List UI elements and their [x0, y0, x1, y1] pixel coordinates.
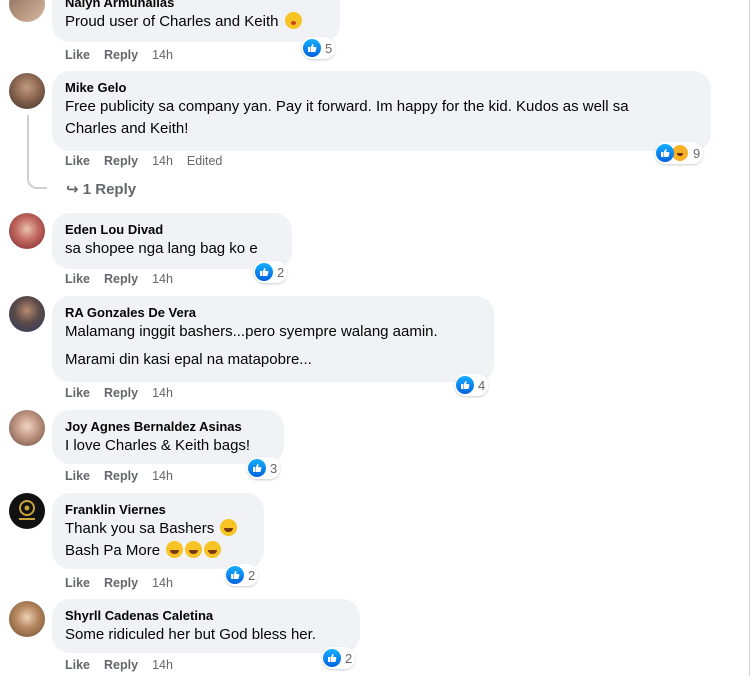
- comment-text: Thank you sa Bashers: [65, 520, 215, 537]
- avatar[interactable]: [9, 0, 45, 22]
- comment-author[interactable]: Franklin Viernes: [65, 501, 252, 518]
- reaction-count[interactable]: 2: [225, 564, 259, 586]
- like-button[interactable]: Like: [65, 469, 90, 483]
- reply-thread-line: [27, 115, 47, 189]
- comment-actions: Like Reply 14h: [65, 658, 187, 672]
- like-button[interactable]: Like: [65, 154, 90, 168]
- comment-bubble: Mike Gelo Free publicity sa company yan.…: [52, 71, 711, 151]
- thumbs-up-icon: [456, 376, 474, 394]
- comment-actions: Like Reply 14h Edited: [65, 154, 236, 168]
- timestamp[interactable]: 14h: [152, 576, 173, 590]
- like-button[interactable]: Like: [65, 272, 90, 286]
- reaction-count[interactable]: 4: [455, 374, 489, 396]
- comment-actions: Like Reply 14h: [65, 386, 187, 400]
- reply-button[interactable]: Reply: [104, 48, 138, 62]
- comment-actions: Like Reply 14h: [65, 576, 187, 590]
- comment-text: Marami din kasi epal na matapobre...: [65, 351, 312, 368]
- like-button[interactable]: Like: [65, 658, 90, 672]
- thumbs-up-icon: [323, 649, 341, 667]
- timestamp[interactable]: 14h: [152, 48, 173, 62]
- laughing-face-emoji: [166, 541, 184, 558]
- reply-button[interactable]: Reply: [104, 272, 138, 286]
- timestamp[interactable]: 14h: [152, 658, 173, 672]
- avatar[interactable]: [9, 73, 45, 109]
- view-replies-link[interactable]: ↪ 1 Reply: [66, 180, 136, 198]
- comment-text: Proud user of Charles and Keith: [65, 13, 279, 30]
- reaction-count[interactable]: 9: [655, 142, 704, 164]
- thumbs-up-icon: [656, 144, 674, 162]
- like-button[interactable]: Like: [65, 576, 90, 590]
- like-button[interactable]: Like: [65, 48, 90, 62]
- kissing-face-emoji: [284, 12, 302, 29]
- reaction-count[interactable]: 5: [302, 37, 336, 59]
- timestamp[interactable]: 14h: [152, 154, 173, 168]
- comment-bubble: Shyrll Cadenas Caletina Some ridiculed h…: [52, 599, 360, 653]
- like-button[interactable]: Like: [65, 386, 90, 400]
- timestamp[interactable]: 14h: [152, 272, 173, 286]
- reaction-count[interactable]: 2: [322, 647, 356, 669]
- comment-author[interactable]: Eden Lou Divad: [65, 221, 280, 238]
- comment-bubble: Joy Agnes Bernaldez Asinas I love Charle…: [52, 410, 284, 464]
- comment-bubble: RA Gonzales De Vera Malamang inggit bash…: [52, 296, 494, 382]
- comment-author[interactable]: Mike Gelo: [65, 79, 699, 96]
- reply-button[interactable]: Reply: [104, 386, 138, 400]
- reaction-count[interactable]: 3: [247, 457, 281, 479]
- avatar[interactable]: [9, 410, 45, 446]
- laughing-face-emoji: [185, 541, 203, 558]
- logo-icon: [19, 500, 35, 520]
- comment-author[interactable]: RA Gonzales De Vera: [65, 304, 482, 321]
- comment-bubble: Eden Lou Divad sa shopee nga lang bag ko…: [52, 213, 292, 269]
- comment-text: I love Charles & Keith bags!: [65, 437, 251, 454]
- comment-text: Charles and Keith!: [65, 120, 189, 137]
- comment-text: Some ridiculed her but God bless her.: [65, 626, 316, 643]
- timestamp[interactable]: 14h: [152, 469, 173, 483]
- reaction-count[interactable]: 2: [254, 261, 288, 283]
- avatar[interactable]: [9, 601, 45, 637]
- comment-author[interactable]: Joy Agnes Bernaldez Asinas: [65, 418, 272, 435]
- edited-label: Edited: [186, 154, 223, 168]
- avatar[interactable]: [9, 296, 45, 332]
- comment-author[interactable]: Shyrll Cadenas Caletina: [65, 607, 348, 624]
- comment-actions: Like Reply 14h: [65, 48, 187, 62]
- avatar[interactable]: [9, 493, 45, 529]
- laughing-face-emoji: [204, 541, 222, 558]
- reply-button[interactable]: Reply: [104, 469, 138, 483]
- comment-text: Malamang inggit bashers...pero syempre w…: [65, 323, 438, 340]
- comment-text: sa shopee nga lang bag ko e: [65, 240, 258, 257]
- comment-text: Bash Pa More: [65, 542, 161, 559]
- laughing-face-emoji: [220, 519, 238, 536]
- comment-actions: Like Reply 14h: [65, 469, 187, 483]
- avatar[interactable]: [9, 213, 45, 249]
- comment-bubble: Nalyn Armunallas Proud user of Charles a…: [52, 0, 340, 42]
- comment-actions: Like Reply 14h: [65, 272, 187, 286]
- thumbs-up-icon: [226, 566, 244, 584]
- reply-button[interactable]: Reply: [104, 658, 138, 672]
- reply-arrow-icon: ↪: [66, 181, 79, 198]
- thumbs-up-icon: [303, 39, 321, 57]
- reply-button[interactable]: Reply: [104, 576, 138, 590]
- comment-author[interactable]: Nalyn Armunallas: [65, 0, 328, 11]
- thumbs-up-icon: [255, 263, 273, 281]
- timestamp[interactable]: 14h: [152, 386, 173, 400]
- comment-text: Free publicity sa company yan. Pay it fo…: [65, 98, 629, 115]
- thumbs-up-icon: [248, 459, 266, 477]
- comment-bubble: Franklin Viernes Thank you sa Bashers Ba…: [52, 493, 264, 569]
- reply-button[interactable]: Reply: [104, 154, 138, 168]
